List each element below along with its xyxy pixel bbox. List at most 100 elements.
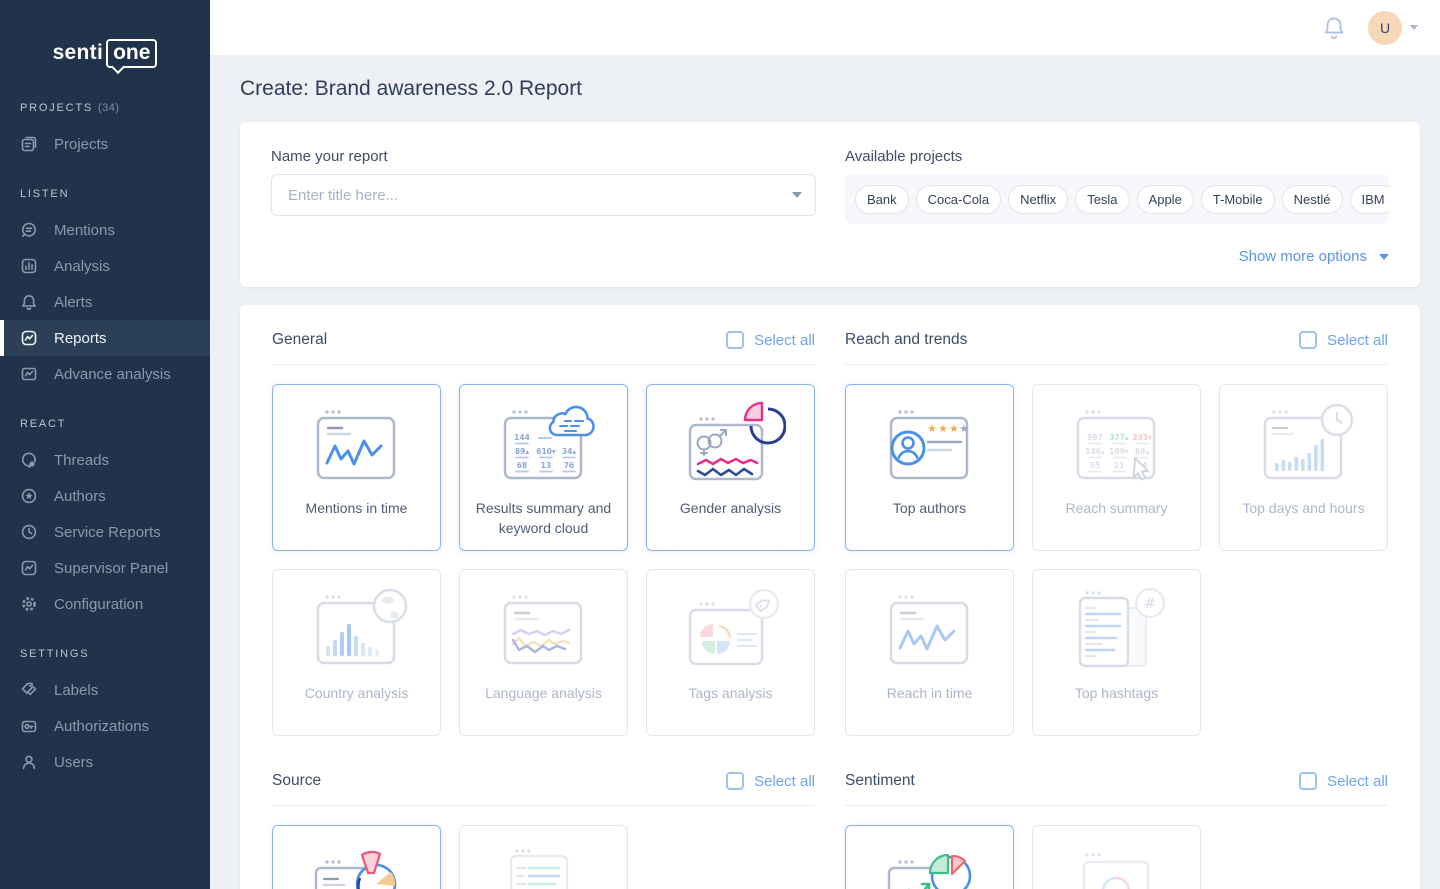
- svg-text:146▴: 146▴: [1085, 447, 1105, 456]
- avatar[interactable]: U: [1368, 11, 1402, 45]
- sidebar-item-supervisor-panel[interactable]: Supervisor Panel: [0, 550, 210, 586]
- sidebar-item-threads[interactable]: Threads: [0, 442, 210, 478]
- sidebar-item-label: Configuration: [54, 596, 143, 613]
- select-all-reach-and-trends[interactable]: Select all: [1299, 331, 1388, 349]
- sidebar-item-configuration[interactable]: Configuration: [0, 586, 210, 622]
- sidebar-section-settings: SETTINGS Labels Authorizations Users: [0, 648, 210, 780]
- configuration-icon: [20, 595, 38, 613]
- svg-text:144: 144: [514, 433, 530, 442]
- sidebar-item-labels[interactable]: Labels: [0, 672, 210, 708]
- svg-text:89▴: 89▴: [1134, 447, 1148, 456]
- threads-icon: [20, 451, 38, 469]
- project-chip-bank[interactable]: Bank: [855, 185, 909, 214]
- project-chip-apple[interactable]: Apple: [1137, 185, 1194, 214]
- sidebar-item-label: Alerts: [54, 294, 92, 311]
- project-chip-tesla[interactable]: Tesla: [1075, 185, 1129, 214]
- page-title: Create: Brand awareness 2.0 Report: [240, 77, 1420, 101]
- divider: [845, 805, 1388, 806]
- notifications-bell-icon[interactable]: [1322, 15, 1346, 41]
- widget-card-gauge[interactable]: [1032, 825, 1201, 889]
- select-all-label: Select all: [754, 773, 815, 790]
- widget-card-reach-in-time[interactable]: Reach in time: [845, 569, 1014, 736]
- section-source: Source Select all: [272, 771, 815, 889]
- sidebar-item-authorizations[interactable]: Authorizations: [0, 708, 210, 744]
- select-all-source[interactable]: Select all: [726, 772, 815, 790]
- sidebar-item-analysis[interactable]: Analysis: [0, 248, 210, 284]
- widget-card-country-analysis[interactable]: Country analysis: [272, 569, 441, 736]
- author-stars-illustration-icon: ★★ ★★: [875, 395, 985, 499]
- sidebar-item-service-reports[interactable]: Service Reports: [0, 514, 210, 550]
- widget-card-list-colored[interactable]: [459, 825, 628, 889]
- sidebar-item-advance-analysis[interactable]: Advance analysis: [0, 356, 210, 392]
- multi-line-illustration-icon: [489, 580, 599, 684]
- widget-card-top-hashtags[interactable]: #Top hashtags: [1032, 569, 1201, 736]
- select-all-general[interactable]: Select all: [726, 331, 815, 349]
- alerts-icon: [20, 293, 38, 311]
- sidebar-item-mentions[interactable]: Mentions: [0, 212, 210, 248]
- supervisor-panel-icon: [20, 559, 38, 577]
- gender-pie-illustration-icon: [676, 395, 786, 499]
- widget-card-top-days-and-hours[interactable]: Top days and hours: [1219, 384, 1388, 551]
- sidebar-item-users[interactable]: Users: [0, 744, 210, 780]
- widget-card-sentiment-pie[interactable]: [845, 825, 1014, 889]
- checkbox-icon[interactable]: [1299, 331, 1317, 349]
- sidebar-item-label: Reports: [54, 330, 107, 347]
- checkbox-icon[interactable]: [1299, 772, 1317, 790]
- select-all-label: Select all: [1327, 773, 1388, 790]
- sidebar-item-label: Projects: [54, 136, 108, 153]
- project-chip-ibm[interactable]: IBM: [1350, 185, 1389, 214]
- select-all-sentiment[interactable]: Select all: [1299, 772, 1388, 790]
- widget-card-mentions-in-time[interactable]: Mentions in time: [272, 384, 441, 551]
- user-menu-caret-icon[interactable]: [1410, 25, 1418, 30]
- svg-text:★: ★: [959, 423, 968, 435]
- project-chip-coca-cola[interactable]: Coca-Cola: [916, 185, 1001, 214]
- divider: [272, 805, 815, 806]
- widget-card-tags-analysis[interactable]: Tags analysis: [646, 569, 815, 736]
- show-more-options-link[interactable]: Show more options: [1239, 248, 1367, 265]
- project-chip-netflix[interactable]: Netflix: [1008, 185, 1068, 214]
- gauge-illustration-icon: [1062, 836, 1172, 889]
- service-reports-icon: [20, 523, 38, 541]
- mentions-icon: [20, 221, 38, 239]
- sidebar-item-label: Labels: [54, 682, 98, 699]
- widget-card-top-authors[interactable]: ★★ ★★Top authors: [845, 384, 1014, 551]
- avatar-initial: U: [1380, 20, 1390, 36]
- widget-card-pie-exploded[interactable]: [272, 825, 441, 889]
- report-title-input[interactable]: [271, 174, 816, 216]
- chevron-down-icon[interactable]: [1379, 254, 1389, 260]
- projects-icon: [20, 135, 38, 153]
- checkbox-icon[interactable]: [726, 331, 744, 349]
- report-title-select[interactable]: [271, 174, 816, 216]
- widget-card-reach-summary[interactable]: 987377▴233▾146▴199▾89▴552134Reach summar…: [1032, 384, 1201, 551]
- widget-label: Reach in time: [875, 684, 985, 704]
- available-projects-list: BankCoca-ColaNetflixTesla AppleT-MobileNe…: [845, 174, 1389, 224]
- advance-analysis-icon: [20, 365, 38, 383]
- sidebar-section-projects: PROJECTS (34)Projects: [0, 102, 210, 162]
- svg-text:89▴: 89▴: [514, 447, 528, 456]
- section-title: Sentiment: [845, 772, 915, 790]
- svg-text:13: 13: [540, 461, 550, 470]
- divider: [272, 364, 815, 365]
- logo-text-senti: senti: [53, 41, 104, 65]
- sidebar-item-alerts[interactable]: Alerts: [0, 284, 210, 320]
- sidebar-item-label: Service Reports: [54, 524, 161, 541]
- sidebar-item-label: Authorizations: [54, 718, 149, 735]
- widget-card-language-analysis[interactable]: Language analysis: [459, 569, 628, 736]
- sidebar-item-authors[interactable]: Authors: [0, 478, 210, 514]
- checkbox-icon[interactable]: [726, 772, 744, 790]
- sidebar-section-label: SETTINGS: [0, 648, 210, 660]
- topbar: U: [210, 0, 1440, 55]
- svg-text:★: ★: [938, 423, 947, 435]
- svg-text:55: 55: [1089, 461, 1099, 470]
- project-chip-nestl-[interactable]: Nestlé: [1282, 185, 1343, 214]
- widget-card-results-summary-and-keyword-cloud[interactable]: 14489▴610▾34▴681376 Results summary and …: [459, 384, 628, 551]
- sidebar-item-projects[interactable]: Projects: [0, 126, 210, 162]
- widget-label: Top hashtags: [1063, 684, 1170, 704]
- authors-icon: [20, 487, 38, 505]
- project-chip-t-mobile[interactable]: T-Mobile: [1201, 185, 1275, 214]
- section-title: General: [272, 331, 327, 349]
- section-title: Reach and trends: [845, 331, 967, 349]
- sentiment-pie-illustration-icon: [875, 836, 985, 889]
- sidebar-item-reports[interactable]: Reports: [0, 320, 210, 356]
- widget-card-gender-analysis[interactable]: Gender analysis: [646, 384, 815, 551]
